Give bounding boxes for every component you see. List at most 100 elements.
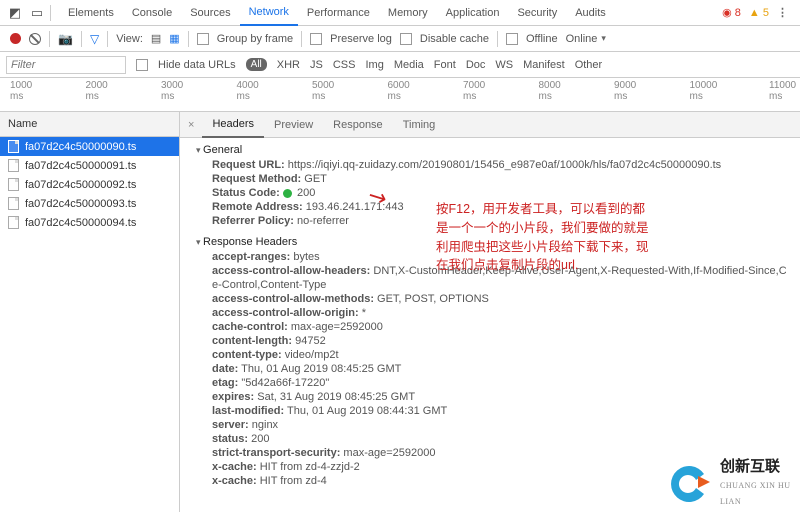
header-row: expires: Sat, 31 Aug 2019 08:45:25 GMT (196, 390, 786, 404)
tab-performance[interactable]: Performance (298, 0, 379, 26)
view-small-icon[interactable]: ▦ (169, 32, 179, 45)
hide-data-urls-checkbox[interactable] (136, 59, 148, 71)
tab-sources[interactable]: Sources (181, 0, 239, 26)
section-title[interactable]: General (196, 144, 786, 156)
throttling-select[interactable]: Online (566, 33, 606, 45)
header-row: date: Thu, 01 Aug 2019 08:45:25 GMT (196, 362, 786, 376)
tab-security[interactable]: Security (508, 0, 566, 26)
request-row[interactable]: fa07d2c4c50000094.ts (0, 213, 179, 232)
time-tick: 4000 ms (237, 80, 265, 102)
header-row: server: nginx (196, 418, 786, 432)
tab-elements[interactable]: Elements (59, 0, 123, 26)
preserve-log-label: Preserve log (330, 33, 392, 45)
filter-type-font[interactable]: Font (434, 59, 456, 71)
tab-application[interactable]: Application (437, 0, 509, 26)
error-count[interactable]: ◉ 8 (722, 6, 741, 19)
filter-type-other[interactable]: Other (575, 59, 603, 71)
separator (188, 31, 189, 47)
separator (301, 31, 302, 47)
detail-tabs: × HeadersPreviewResponseTiming (180, 112, 800, 138)
time-tick: 5000 ms (312, 80, 340, 102)
view-label: View: (116, 33, 143, 45)
filter-type-css[interactable]: CSS (333, 59, 356, 71)
request-name: fa07d2c4c50000092.ts (25, 179, 136, 191)
preserve-log-checkbox[interactable] (310, 33, 322, 45)
header-row: content-length: 94752 (196, 334, 786, 348)
group-by-frame-checkbox[interactable] (197, 33, 209, 45)
header-row: cache-control: max-age=2592000 (196, 320, 786, 334)
close-icon[interactable]: × (180, 119, 202, 131)
separator (107, 31, 108, 47)
inspect-icon[interactable]: ◩ (6, 4, 24, 22)
main-area: Name fa07d2c4c50000090.ts fa07d2c4c500000… (0, 112, 800, 512)
header-row: Request Method: GET (196, 172, 786, 186)
tab-audits[interactable]: Audits (566, 0, 615, 26)
request-list-panel: Name fa07d2c4c50000090.ts fa07d2c4c500000… (0, 112, 180, 512)
waterfall-timeline[interactable]: 1000 ms2000 ms3000 ms4000 ms5000 ms6000 … (0, 78, 800, 112)
filter-icon[interactable]: ▽ (90, 32, 99, 46)
request-row[interactable]: fa07d2c4c50000090.ts (0, 137, 179, 156)
filter-type-img[interactable]: Img (365, 59, 383, 71)
request-row[interactable]: fa07d2c4c50000093.ts (0, 194, 179, 213)
separator (81, 31, 82, 47)
header-row: access-control-allow-methods: GET, POST,… (196, 292, 786, 306)
section-title[interactable]: Response Headers (196, 236, 786, 248)
network-toolbar: 📷 ▽ View: ▤ ▦ Group by frame Preserve lo… (0, 26, 800, 52)
header-row: Status Code: 200 (196, 186, 786, 200)
clear-icon[interactable] (29, 33, 41, 45)
disable-cache-checkbox[interactable] (400, 33, 412, 45)
offline-checkbox[interactable] (506, 33, 518, 45)
record-icon[interactable] (10, 33, 21, 44)
logo-icon (668, 462, 712, 506)
file-icon (8, 140, 19, 153)
file-icon (8, 178, 19, 191)
filter-input[interactable] (6, 56, 126, 74)
filter-type-doc[interactable]: Doc (466, 59, 486, 71)
filter-type-js[interactable]: JS (310, 59, 323, 71)
device-icon[interactable]: ▭ (28, 4, 46, 22)
filter-type-media[interactable]: Media (394, 59, 424, 71)
response-headers-section: Response Headers accept-ranges: bytesacc… (180, 230, 800, 490)
detail-tab-preview[interactable]: Preview (264, 112, 323, 138)
logo-text: 创新互联CHUANG XIN HU LIAN (720, 459, 796, 509)
detail-tab-response[interactable]: Response (323, 112, 393, 138)
hide-data-urls-label: Hide data URLs (158, 59, 236, 71)
kebab-menu-icon[interactable]: ⋮ (777, 6, 788, 19)
time-tick: 8000 ms (539, 80, 567, 102)
header-row: status: 200 (196, 432, 786, 446)
time-tick: 9000 ms (614, 80, 642, 102)
time-tick: 2000 ms (86, 80, 114, 102)
header-row: access-control-allow-headers: DNT,X-Cust… (196, 264, 786, 278)
detail-tab-timing[interactable]: Timing (393, 112, 446, 138)
time-tick: 7000 ms (463, 80, 491, 102)
filter-type-all[interactable]: All (246, 58, 267, 71)
view-large-icon[interactable]: ▤ (151, 32, 161, 45)
capture-screenshots-icon[interactable]: 📷 (58, 32, 73, 46)
detail-tab-headers[interactable]: Headers (202, 112, 264, 138)
tab-network[interactable]: Network (240, 0, 298, 26)
column-header-name[interactable]: Name (0, 112, 179, 137)
header-row: e-Control,Content-Type (196, 278, 786, 292)
request-row[interactable]: fa07d2c4c50000092.ts (0, 175, 179, 194)
tab-console[interactable]: Console (123, 0, 181, 26)
header-row: Request URL: https://iqiyi.qq-zuidazy.co… (196, 158, 786, 172)
request-name: fa07d2c4c50000093.ts (25, 198, 136, 210)
watermark-logo: 创新互联CHUANG XIN HU LIAN (664, 456, 800, 512)
separator (49, 31, 50, 47)
warnings-area: ◉ 8 ▲ 5 ⋮ (722, 6, 800, 19)
time-tick: 3000 ms (161, 80, 189, 102)
file-icon (8, 197, 19, 210)
file-icon (8, 159, 19, 172)
time-tick: 1000 ms (10, 80, 38, 102)
request-name: fa07d2c4c50000090.ts (25, 141, 136, 153)
filter-type-xhr[interactable]: XHR (277, 59, 300, 71)
header-row: Referrer Policy: no-referrer (196, 214, 786, 228)
filter-type-ws[interactable]: WS (495, 59, 513, 71)
tab-memory[interactable]: Memory (379, 0, 437, 26)
devtools-top-bar: ◩ ▭ ElementsConsoleSourcesNetworkPerform… (0, 0, 800, 26)
filter-types: XHR JS CSS Img Media Font Doc WS Manifest Other (277, 59, 602, 71)
request-row[interactable]: fa07d2c4c50000091.ts (0, 156, 179, 175)
warning-count[interactable]: ▲ 5 (749, 7, 769, 19)
filter-row: Hide data URLs All XHR JS CSS Img Media Font D… (0, 52, 800, 78)
filter-type-manifest[interactable]: Manifest (523, 59, 565, 71)
